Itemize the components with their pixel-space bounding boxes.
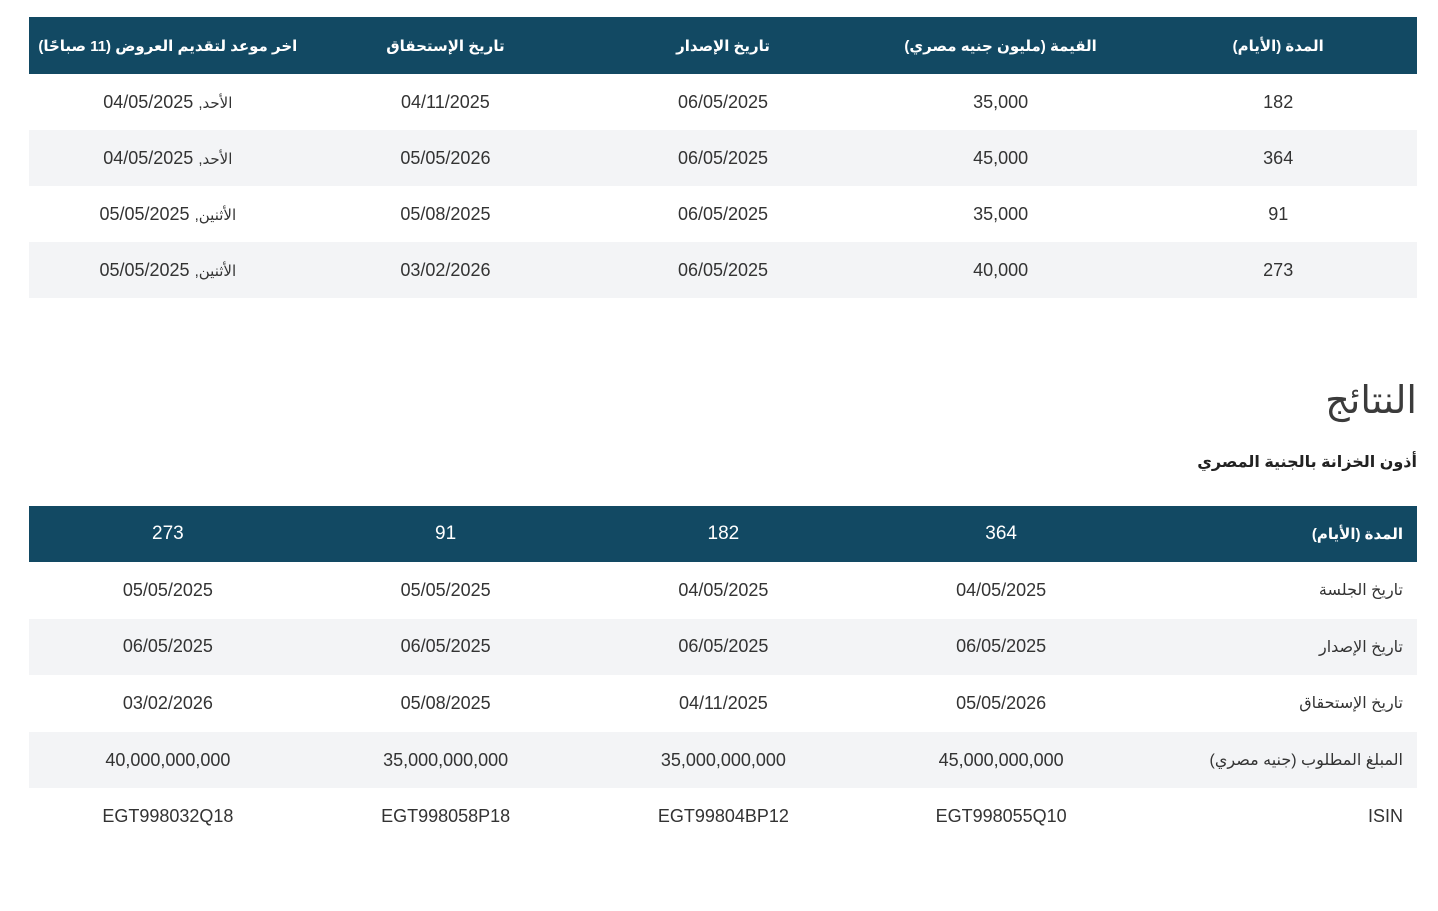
header-deadline: اخر موعد لتقديم العروض (11 صباحًا)	[38, 37, 298, 55]
results-title: النتائج	[1325, 380, 1417, 422]
deadline-cell: الأحد, 04/05/2025	[29, 130, 307, 186]
maturity-date-cell: 05/05/2026	[400, 147, 491, 168]
table-cell: 40,000,000,000	[105, 749, 231, 770]
maturity-date-cell: 05/08/2025	[400, 203, 491, 224]
issue-date-cell: 06/05/2025	[677, 259, 769, 280]
value-cell: 45,000	[973, 147, 1029, 168]
duration-cell: 182	[1263, 91, 1294, 112]
table-cell: EGT998032Q18	[102, 806, 234, 827]
table-cell: EGT998055Q10	[935, 806, 1067, 827]
row-label: المبلغ المطلوب (جنيه مصري)	[1209, 752, 1403, 770]
deadline-cell: الأحد, 04/05/2025	[29, 74, 307, 130]
results-table: المدة (الأيام) 364 182 91 273 تاريخ الجل…	[29, 506, 1417, 845]
header-tenor-364: 364	[985, 523, 1017, 544]
offerings-header-row: المدة (الأيام) القيمة (مليون جنيه مصري) …	[29, 17, 1417, 74]
deadline-date: 04/05/2025	[103, 147, 194, 168]
table-cell: 35,000,000,000	[660, 749, 786, 770]
table-row: تاريخ الجلسة 04/05/2025 04/05/2025 05/05…	[29, 562, 1417, 619]
table-cell: 06/05/2025	[400, 636, 491, 657]
duration-cell: 364	[1263, 147, 1294, 168]
table-cell: EGT99804BP12	[657, 806, 789, 827]
deadline-cell: الأثنين, 05/05/2025	[29, 186, 307, 242]
maturity-date-cell: 04/11/2025	[401, 91, 490, 112]
table-row: 182 35,000 06/05/2025 04/11/2025 الأحد, …	[29, 74, 1417, 130]
results-subtitle: أذون الخزانة بالجنية المصري	[1197, 454, 1417, 471]
deadline-date: 05/05/2025	[99, 259, 190, 280]
header-tenor-182: 182	[707, 523, 740, 544]
header-duration: المدة (الأيام)	[1311, 526, 1403, 543]
results-header-row: المدة (الأيام) 364 182 91 273	[29, 506, 1417, 562]
deadline-date: 05/05/2025	[99, 203, 190, 224]
row-label: تاريخ الإصدار	[1318, 638, 1403, 656]
deadline-day: الأثنين,	[194, 262, 237, 280]
table-cell: 05/08/2025	[400, 692, 491, 713]
duration-cell: 273	[1263, 259, 1294, 280]
row-label: تاريخ الإستحقاق	[1299, 695, 1403, 713]
table-row: تاريخ الإصدار 06/05/2025 06/05/2025 06/0…	[29, 618, 1417, 676]
deadline-cell: الأثنين, 05/05/2025	[29, 242, 307, 298]
value-cell: 35,000	[973, 91, 1029, 112]
header-tenor-273: 273	[152, 523, 184, 544]
table-cell: 45,000,000,000	[938, 749, 1064, 770]
table-row: 91 35,000 06/05/2025 05/08/2025 الأثنين,…	[29, 186, 1417, 242]
table-cell: 06/05/2025	[678, 636, 769, 657]
table-cell: 04/05/2025	[678, 579, 769, 600]
header-value: القيمة (مليون جنيه مصري)	[904, 37, 1097, 55]
row-label: ISIN	[1367, 806, 1403, 827]
duration-cell: 91	[1268, 203, 1289, 224]
offerings-table: المدة (الأيام) القيمة (مليون جنيه مصري) …	[29, 17, 1417, 298]
deadline-day: الأحد,	[198, 150, 233, 168]
row-label: تاريخ الجلسة	[1318, 582, 1403, 600]
value-cell: 35,000	[973, 203, 1029, 224]
table-cell: 06/05/2025	[956, 636, 1047, 657]
table-row: المبلغ المطلوب (جنيه مصري) 45,000,000,00…	[29, 731, 1417, 789]
table-cell: 04/05/2025	[956, 579, 1047, 600]
deadline-date: 04/05/2025	[103, 91, 194, 112]
table-cell: 05/05/2026	[956, 692, 1047, 713]
table-cell: 03/02/2026	[122, 692, 213, 713]
header-maturity-date: تاريخ الإستحقاق	[386, 37, 505, 55]
header-issue-date: تاريخ الإصدار	[676, 37, 770, 55]
table-cell: 35,000,000,000	[383, 749, 509, 770]
table-row: تاريخ الإستحقاق 05/05/2026 04/11/2025 05…	[29, 675, 1417, 732]
deadline-day: الأحد,	[198, 94, 233, 112]
table-cell: 06/05/2025	[122, 636, 213, 657]
table-cell: 04/11/2025	[678, 692, 768, 713]
table-row: 273 40,000 06/05/2025 03/02/2026 الأثنين…	[29, 242, 1417, 298]
header-duration: المدة (الأيام)	[1232, 37, 1324, 55]
table-row: ISIN EGT998055Q10 EGT99804BP12 EGT998058…	[29, 788, 1417, 845]
header-tenor-91: 91	[435, 523, 457, 544]
table-cell: EGT998058P18	[381, 806, 511, 827]
table-cell: 05/05/2025	[122, 579, 213, 600]
maturity-date-cell: 03/02/2026	[400, 259, 491, 280]
issue-date-cell: 06/05/2025	[677, 203, 769, 224]
issue-date-cell: 06/05/2025	[677, 147, 769, 168]
issue-date-cell: 06/05/2025	[677, 91, 769, 112]
table-row: 364 45,000 06/05/2025 05/05/2026 الأحد, …	[29, 130, 1417, 186]
page: المدة (الأيام) القيمة (مليون جنيه مصري) …	[0, 0, 1438, 911]
value-cell: 40,000	[973, 259, 1029, 280]
deadline-day: الأثنين,	[194, 206, 237, 224]
table-cell: 05/05/2025	[400, 579, 491, 600]
